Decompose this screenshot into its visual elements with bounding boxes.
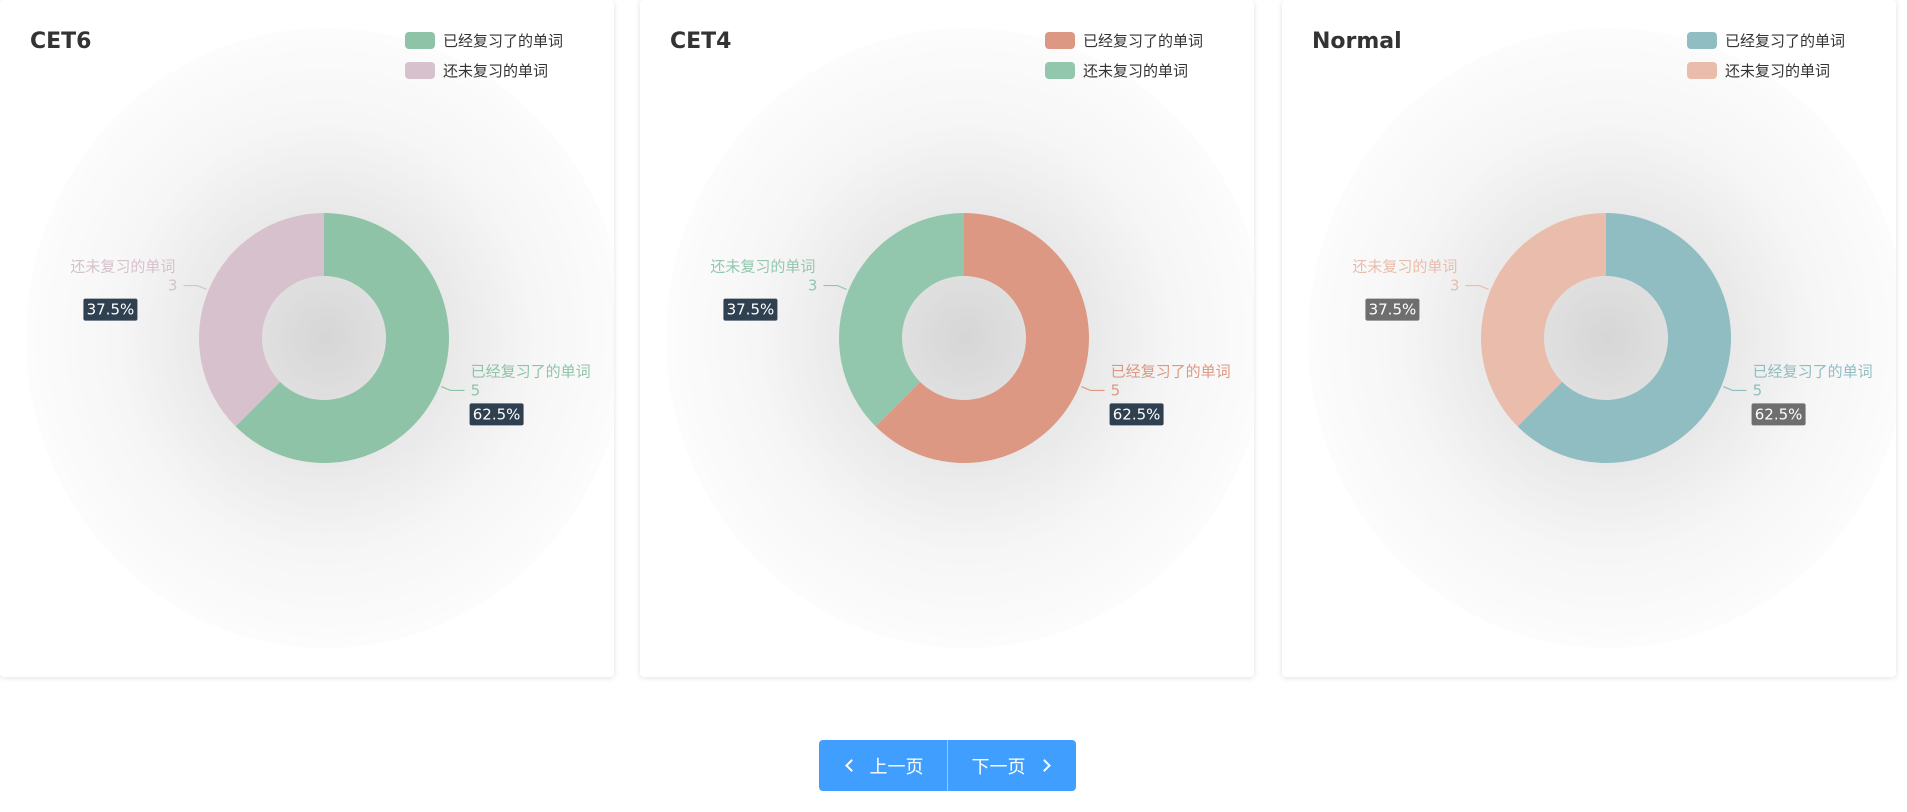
legend-swatch-0[interactable] [1045, 32, 1075, 49]
legend-swatch-1[interactable] [1045, 62, 1075, 79]
chart-glow [666, 28, 1254, 648]
slice-pct-text-0: 62.5% [1755, 405, 1803, 423]
prev-page-label: 上一页 [869, 756, 924, 778]
slice-label-name-1: 还未复习的单词 [70, 258, 175, 276]
legend-swatch-0[interactable] [405, 32, 435, 49]
slice-label-name-0: 已经复习了的单词 [1753, 362, 1873, 380]
prev-page-button[interactable]: 上一页 [819, 740, 947, 791]
stats-page: CET6 已经复习了的单词 还未复习的单词 已经复习了的单词 5 62.5% 还未复习的单词… [0, 0, 1907, 812]
chart-card-normal: Normal 已经复习了的单词 还未复习的单词 已经复习了的单词 5 62.5% 还未复习的… [1282, 0, 1896, 677]
donut-chart-cet4: CET4 已经复习了的单词还未复习的单词已经复习了的单词562.5%还未复习的单词… [660, 25, 1254, 665]
slice-pct-text-1: 37.5% [727, 301, 775, 319]
legend-swatch-1[interactable] [1687, 62, 1717, 79]
chart-title: Normal [1312, 29, 1402, 54]
slice-label-value-0: 5 [471, 381, 481, 399]
legend-label-0[interactable]: 已经复习了的单词 [1083, 32, 1203, 50]
donut-chart-cet6: CET6 已经复习了的单词还未复习的单词已经复习了的单词562.5%还未复习的单词… [20, 25, 614, 665]
legend-label-0[interactable]: 已经复习了的单词 [443, 32, 563, 50]
chart-card-cet4: CET4 已经复习了的单词 还未复习的单词 已经复习了的单词 5 62.5% 还未复习的单词… [640, 0, 1254, 677]
legend-label-1[interactable]: 还未复习的单词 [1725, 62, 1830, 80]
slice-label-name-0: 已经复习了的单词 [471, 362, 591, 380]
next-page-button[interactable]: 下一页 [947, 740, 1076, 791]
next-page-label: 下一页 [971, 756, 1026, 778]
legend-label-1[interactable]: 还未复习的单词 [1083, 62, 1188, 80]
slice-pct-text-1: 37.5% [1369, 301, 1417, 319]
chevron-right-icon [1037, 759, 1051, 772]
legend-label-1[interactable]: 还未复习的单词 [443, 62, 548, 80]
slice-pct-text-0: 62.5% [1113, 405, 1161, 423]
slice-label-value-1: 3 [168, 277, 178, 295]
legend-swatch-1[interactable] [405, 62, 435, 79]
legend-swatch-0[interactable] [1687, 32, 1717, 49]
pagination: 上一页 下一页 [819, 740, 1076, 791]
slice-label-value-0: 5 [1111, 381, 1121, 399]
chart-title: CET4 [670, 29, 732, 54]
slice-label-value-1: 3 [1450, 277, 1460, 295]
slice-label-value-0: 5 [1753, 381, 1763, 399]
legend-label-0[interactable]: 已经复习了的单词 [1725, 32, 1845, 50]
chevron-left-icon [844, 759, 858, 772]
chart-card-cet6: CET6 已经复习了的单词 还未复习的单词 已经复习了的单词 5 62.5% 还未复习的单词… [0, 0, 614, 677]
donut-chart-normal: Normal 已经复习了的单词还未复习的单词已经复习了的单词562.5%还未复习的… [1302, 25, 1896, 665]
chart-glow [1308, 28, 1896, 648]
slice-label-value-1: 3 [808, 277, 818, 295]
slice-pct-text-0: 62.5% [473, 405, 521, 423]
slice-label-name-1: 还未复习的单词 [710, 258, 815, 276]
slice-label-name-0: 已经复习了的单词 [1111, 362, 1231, 380]
chart-title: CET6 [30, 29, 92, 54]
slice-label-name-1: 还未复习的单词 [1352, 258, 1457, 276]
slice-pct-text-1: 37.5% [87, 301, 135, 319]
chart-glow [26, 28, 614, 648]
